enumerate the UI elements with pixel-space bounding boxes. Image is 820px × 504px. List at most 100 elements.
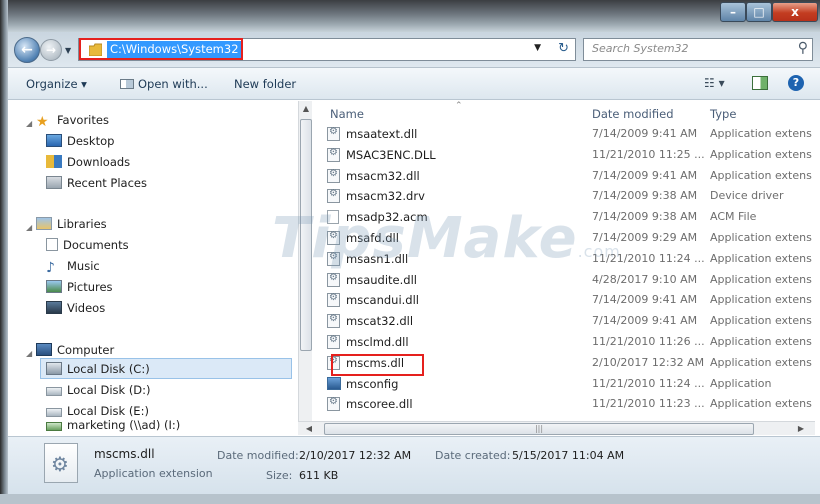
column-name[interactable]: Name [330,107,364,121]
scroll-right-icon[interactable]: ▶ [794,424,808,433]
file-name-cell[interactable]: msacm32.drv [327,189,587,204]
nav-videos[interactable]: Videos [46,298,105,318]
nav-desktop[interactable]: Desktop [46,131,114,151]
file-type-cell: Application extens [710,314,812,328]
help-icon[interactable]: ? [788,75,804,91]
organize-button[interactable]: Organize ▾ [26,77,87,91]
file-name-cell[interactable]: msconfig [327,376,587,391]
file-name: mscoree.dll [346,397,413,412]
watermark: TipsMake.com [272,206,621,271]
column-date-modified[interactable]: Date modified [592,107,674,121]
file-date-cell: 7/14/2009 9:41 AM [592,168,698,182]
file-row[interactable]: msaudite.dll 4/28/2017 9:10 AM Application… [313,271,815,292]
file-date-cell: 2/10/2017 12:32 AM [592,355,705,369]
nav-favorites-label: Favorites [57,113,109,127]
dll-icon [327,314,340,329]
file-row[interactable]: mscoree.dll 11/21/2010 11:23 ... Applicati… [313,395,815,416]
network-drive-icon [46,422,62,431]
details-created-label: Date created: [435,449,511,462]
forward-button[interactable]: → [40,39,62,61]
refresh-icon[interactable]: ↻ [558,41,569,56]
change-view-icon[interactable]: ☷ ▾ [704,76,725,90]
file-name-cell[interactable]: msclmd.dll [327,335,587,349]
file-row[interactable]: mscandui.dll 7/14/2009 9:41 AM Application… [313,291,815,312]
preview-pane-icon[interactable] [752,76,768,90]
file-name: msaatext.dll [346,127,418,141]
dll-icon [327,293,340,308]
file-type-cell: Application extens [710,251,812,265]
file-type-cell: Application extens [710,127,812,140]
scroll-up-icon[interactable]: ▲ [299,104,313,113]
column-type[interactable]: Type [710,107,736,121]
expand-favorites-icon[interactable]: ◢ [26,119,32,128]
nav-network-drive-i[interactable]: marketing (\\ad) (I:) [46,418,180,432]
file-name-cell[interactable]: msacm32.dll [327,168,587,183]
open-with-button[interactable]: Open with... [120,77,208,91]
file-type-cell: Application extens [710,231,812,244]
file-row[interactable]: msacm32.dll 7/14/2009 9:41 AM Application … [313,167,815,188]
new-folder-button[interactable]: New folder [234,77,296,91]
dll-icon [327,147,340,162]
window-left-edge [0,0,8,504]
horizontal-scroll-thumb[interactable]: ||| [324,423,754,435]
expand-computer-icon[interactable]: ◢ [26,349,32,358]
file-name: msacm32.dll [346,168,420,183]
open-with-label: Open with... [138,77,208,91]
file-date-cell: 7/14/2009 9:41 AM [592,314,698,328]
dll-icon [327,127,340,141]
nav-favorites[interactable]: ★ Favorites [36,110,109,130]
watermark-text: TipsMake [272,206,578,271]
title-bar[interactable]: – □ x [8,0,820,32]
file-row[interactable]: MSAC3ENC.DLL 11/21/2010 11:25 ... Applicat… [313,146,815,167]
search-icon[interactable]: ⚲ [798,40,808,56]
file-name: MSAC3ENC.DLL [346,147,436,162]
close-button[interactable]: x [772,2,818,22]
scroll-left-icon[interactable]: ◀ [302,424,316,433]
nav-disk-e-label: Local Disk (E:) [67,404,149,418]
file-name-cell[interactable]: msaudite.dll [327,272,587,287]
nav-computer[interactable]: Computer [36,340,114,360]
system-drive-icon [46,362,62,375]
file-highlight-box [331,354,424,376]
file-name-cell[interactable]: msaatext.dll [327,127,587,141]
recent-pages-dropdown-icon[interactable]: ▼ [65,46,71,55]
back-button[interactable]: ← [14,37,40,63]
dll-icon [327,335,340,349]
nav-downloads[interactable]: Downloads [46,152,130,172]
file-name-cell[interactable]: mscandui.dll [327,293,587,308]
horizontal-scrollbar[interactable]: ◀ ||| ▶ [298,421,815,435]
nav-music[interactable]: ♪ Music [46,256,100,276]
file-type-cell: Application [710,376,772,390]
file-name-cell[interactable]: mscat32.dll [327,314,587,329]
nav-documents[interactable]: Documents [46,235,129,255]
file-row[interactable]: msconfig 11/21/2010 11:24 ... Application [313,375,815,396]
file-type-cell: Device driver [710,189,784,203]
nav-pictures[interactable]: Pictures [46,277,113,297]
nav-libraries-label: Libraries [57,217,107,231]
music-icon: ♪ [46,260,55,276]
nav-local-disk-d[interactable]: Local Disk (D:) [46,380,151,400]
file-row[interactable]: mscat32.dll 7/14/2009 9:41 AM Application … [313,312,815,333]
address-highlight-box [79,38,243,60]
file-row[interactable]: msclmd.dll 11/21/2010 11:26 ... Applicatio… [313,333,815,354]
window-bottom-border [0,494,820,504]
file-date-cell: 7/14/2009 9:41 AM [592,293,698,307]
maximize-button[interactable]: □ [746,2,772,22]
address-dropdown-icon[interactable]: ▼ [534,43,541,53]
nav-recent-places[interactable]: Recent Places [46,173,147,193]
file-name: msacm32.drv [346,189,425,204]
details-modified-value: 2/10/2017 12:32 AM [299,449,412,462]
nav-libraries[interactable]: Libraries [36,214,107,234]
expand-libraries-icon[interactable]: ◢ [26,223,32,232]
file-row[interactable]: msaatext.dll 7/14/2009 9:41 AM Application… [313,125,815,146]
file-name-cell[interactable]: MSAC3ENC.DLL [327,147,587,162]
videos-icon [46,301,62,314]
file-date-cell: 11/21/2010 11:25 ... [592,147,705,161]
minimize-button[interactable]: – [720,2,746,22]
nav-local-disk-c[interactable]: Local Disk (C:) [46,359,150,379]
nav-documents-label: Documents [63,238,129,252]
file-type-cell: Application extens [710,355,812,369]
recent-places-icon [46,176,62,189]
search-input[interactable]: Search System32 ⚲ [583,38,813,61]
file-name-cell[interactable]: mscoree.dll [327,397,587,412]
